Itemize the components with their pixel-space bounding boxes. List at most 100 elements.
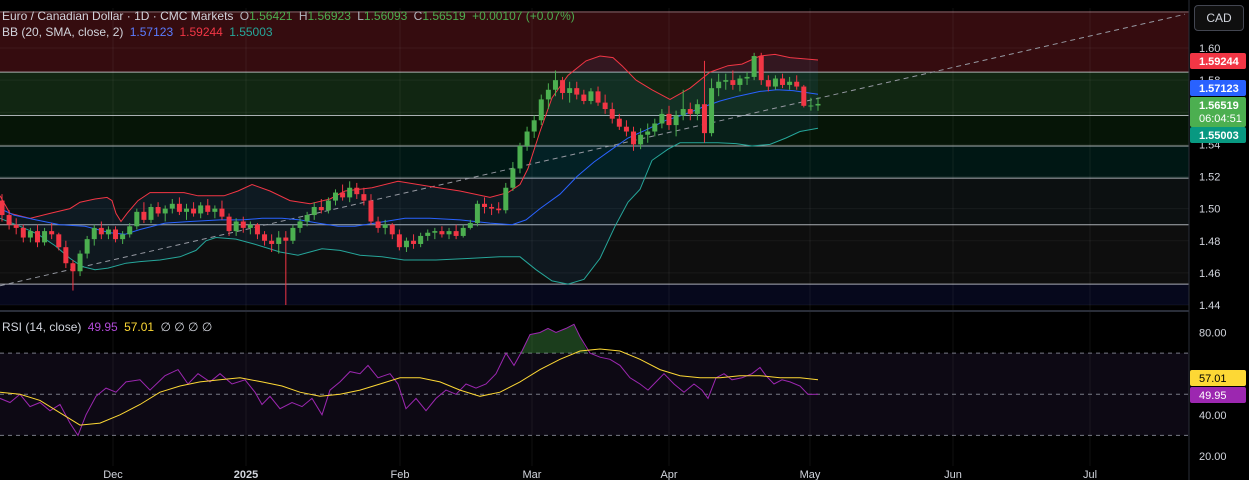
candle-body-29 (205, 205, 211, 212)
candle-body-94 (666, 113, 672, 126)
candle-body-84 (595, 91, 601, 103)
candle-body-66 (467, 223, 473, 228)
candle-body-75 (531, 120, 537, 132)
candle-body-14 (98, 227, 104, 235)
candle-body-87 (616, 118, 622, 127)
candle-body-97 (687, 109, 693, 114)
candle-body-89 (631, 131, 637, 145)
candle-body-93 (659, 113, 665, 124)
candle-body-69 (489, 207, 495, 209)
price-zone-6 (0, 284, 1189, 305)
candle-body-49 (347, 187, 353, 198)
candle-body-38 (269, 240, 275, 244)
candle-body-82 (581, 94, 587, 102)
candle-body-102 (723, 80, 729, 82)
candle-body-45 (318, 207, 324, 211)
candle-body-53 (375, 221, 381, 228)
candle-body-33 (233, 221, 239, 232)
bb-lower-value: 1.55003 (229, 25, 273, 39)
rsi-label[interactable]: RSI (14, close) (2, 320, 81, 334)
candle-body-108 (765, 80, 771, 87)
candle-body-113 (801, 86, 807, 106)
candle-body-51 (361, 194, 367, 201)
candle-body-76 (538, 99, 544, 121)
rsi-ma-badge-text: 57.01 (1199, 373, 1227, 385)
candle-body-88 (623, 126, 629, 132)
candle-body-58 (411, 240, 417, 244)
time-axis[interactable]: Dec 2025 Feb Mar Apr May Jun Jul (103, 469, 1097, 480)
candle-body-23 (162, 208, 168, 214)
symbol-title[interactable]: Euro / Canadian Dollar · 1D · CMC Market… (2, 9, 233, 23)
price-badges: 1.59244 1.57123 1.56519 06:04:51 1.55003… (1190, 53, 1246, 403)
low-label: L (357, 9, 364, 23)
candle-106 (751, 52, 757, 81)
bb-label[interactable]: BB (20, SMA, close, 2) (2, 25, 123, 39)
price-tick-1.44: 1.44 (1199, 300, 1220, 312)
candle-body-100 (709, 88, 715, 134)
last-price-badge-text: 1.56519 (1199, 100, 1239, 112)
candle-body-9 (63, 247, 69, 264)
candle-body-63 (446, 231, 452, 235)
candle-body-16 (113, 229, 119, 240)
candle-body-54 (382, 224, 388, 228)
bb-upper-value: 1.59244 (179, 25, 223, 39)
time-tick-Dec: Dec (103, 469, 123, 480)
candle-body-39 (276, 237, 282, 244)
candle-body-71 (503, 187, 509, 211)
candle-body-96 (680, 109, 686, 116)
candle-107 (758, 52, 764, 85)
candle-body-61 (432, 231, 438, 233)
countdown-text: 06:04:51 (1199, 113, 1242, 125)
candle-body-112 (794, 81, 800, 87)
candle-body-31 (219, 208, 225, 217)
candle-body-20 (141, 211, 147, 220)
candle-body-11 (77, 253, 83, 272)
candle-body-6 (42, 231, 48, 243)
chart-canvas[interactable]: 1.441.461.481.501.521.541.561.581.60 20.… (0, 0, 1249, 480)
high-number: 1.56923 (307, 9, 351, 23)
candle-body-21 (148, 207, 154, 220)
main-legend: Euro / Canadian Dollar · 1D · CMC Market… (2, 8, 578, 24)
candle-body-86 (609, 109, 615, 119)
candle-body-44 (311, 207, 317, 216)
candle-body-60 (425, 232, 431, 236)
time-tick-Mar: Mar (523, 469, 542, 480)
candle-body-104 (737, 78, 743, 85)
candle-body-17 (120, 234, 126, 240)
candle-body-79 (560, 80, 566, 93)
candle-body-109 (772, 78, 778, 87)
candle-body-25 (176, 203, 182, 212)
candle-body-59 (418, 235, 424, 244)
candle-body-18 (127, 226, 133, 235)
candle-body-48 (340, 192, 346, 198)
candle-body-0 (0, 200, 5, 216)
candle-body-34 (240, 221, 246, 228)
lower-band-badge-text: 1.55003 (1199, 130, 1239, 142)
rsi-pane (0, 323, 1189, 437)
candle-body-42 (297, 221, 303, 228)
price-tick-1.48: 1.48 (1199, 236, 1220, 248)
candle-body-27 (191, 208, 197, 214)
candle-body-78 (552, 80, 558, 90)
candle-body-92 (652, 123, 658, 132)
change-value: +0.00107 (+0.07%) (472, 9, 575, 23)
candle-body-4 (27, 231, 33, 238)
candle-body-103 (730, 80, 736, 85)
candle-67 (474, 200, 480, 227)
candle-body-36 (254, 224, 260, 235)
candle-body-110 (780, 78, 786, 85)
candle-body-64 (453, 231, 459, 236)
candle-body-67 (474, 203, 480, 224)
candle-113 (801, 84, 807, 108)
candle-body-65 (460, 227, 466, 236)
time-tick-Apr: Apr (660, 469, 677, 480)
candle-body-77 (545, 89, 551, 100)
candle-body-26 (183, 208, 189, 212)
currency-button[interactable]: CAD (1194, 5, 1244, 31)
candle-body-114 (808, 105, 814, 107)
close-number: 1.56519 (422, 9, 466, 23)
rsi-tick-40: 40.00 (1199, 410, 1227, 422)
rsi-legend: RSI (14, close) 49.95 57.01 ∅ ∅ ∅ ∅ (2, 319, 215, 335)
candle-body-15 (105, 229, 111, 235)
candle-body-106 (751, 56, 757, 77)
